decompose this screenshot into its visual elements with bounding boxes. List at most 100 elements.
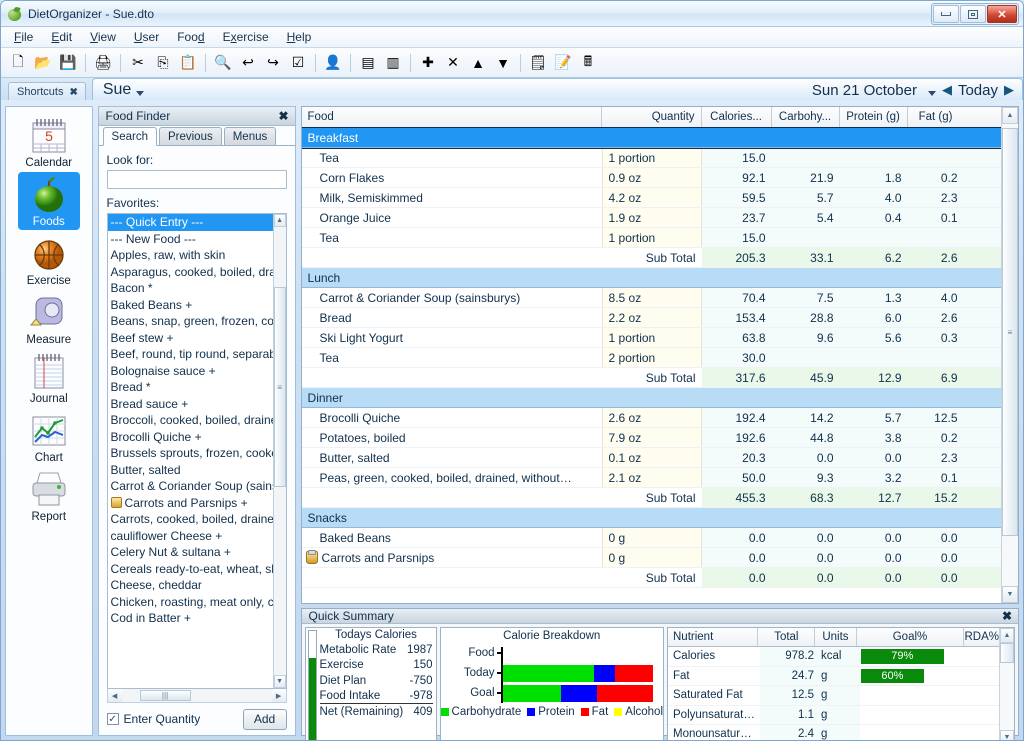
scroll-up-icon[interactable]: ▲ (273, 214, 286, 227)
user-name[interactable]: Sue (103, 81, 131, 99)
cut-icon[interactable]: ✂ (126, 51, 150, 75)
column-header-carbohydrate[interactable]: Carbohy... (772, 107, 840, 127)
close-icon[interactable]: ✖ (278, 109, 288, 123)
table-row[interactable]: Corn Flakes 0.9 oz 92.1 21.9 1.8 0.2 (301, 168, 1001, 188)
enter-quantity-row[interactable]: ✓ Enter Quantity (106, 712, 200, 726)
list-item[interactable]: --- Quick Entry --- (107, 214, 273, 231)
list-item[interactable]: Bread sauce + (108, 396, 273, 413)
list-item[interactable]: Bolognaise sauce + (108, 363, 273, 380)
list-item[interactable]: Beef, round, tip round, separable (108, 346, 273, 363)
checklist-icon[interactable]: ☑ (286, 51, 310, 75)
nutrient-scroll-up-icon[interactable]: ▲ (1000, 628, 1014, 643)
scroll-down-icon[interactable]: ▼ (273, 675, 286, 688)
rail-item-journal[interactable]: Journal (18, 349, 80, 407)
prev-day-icon[interactable]: ◀ (942, 82, 952, 98)
group-header-dinner[interactable]: Dinner (301, 388, 1001, 408)
list-item[interactable]: cauliflower Cheese + (108, 528, 273, 545)
date-chevron-down-icon[interactable] (927, 91, 936, 96)
column-header-calories[interactable]: Calories... (702, 107, 772, 127)
move-down-icon[interactable]: ▼ (491, 51, 515, 75)
nutrient-scroll-down-icon[interactable]: ▼ (1000, 729, 1014, 740)
print-icon[interactable]: 🖨 (91, 51, 115, 75)
table-row[interactable]: Tea 1 portion 15.0 (301, 148, 1001, 168)
delete-icon[interactable]: ✕ (441, 51, 465, 75)
list-item[interactable]: Bread * (108, 379, 273, 396)
menu-help[interactable]: Help (278, 28, 321, 46)
tab-menus[interactable]: Menus (223, 127, 277, 145)
list-item[interactable]: Carrot & Coriander Soup (sainsbu (108, 478, 273, 495)
list-item[interactable]: Carrots and Parsnips + (108, 495, 273, 512)
list-item[interactable]: Chicken, roasting, meat only, coo (108, 594, 273, 611)
move-up-icon[interactable]: ▲ (466, 51, 490, 75)
list-item[interactable]: --- New Food --- (108, 231, 273, 248)
split-vertical-icon[interactable]: ▤ (356, 51, 380, 75)
paste-icon[interactable]: 📋 (176, 51, 200, 75)
table-row[interactable]: Tea 1 portion 15.0 (301, 228, 1001, 248)
scroll-left-icon[interactable]: ◀ (107, 689, 122, 702)
table-row[interactable]: Carrots and Parsnips 0 g 0.0 0.0 0.0 0.0 (301, 548, 1001, 568)
enter-quantity-checkbox[interactable]: ✓ (106, 713, 119, 725)
group-header-snacks[interactable]: Snacks (301, 508, 1001, 528)
grid-vertical-scrollbar[interactable]: ▲ ≡ ▼ (1001, 107, 1018, 603)
menu-view[interactable]: View (81, 28, 125, 46)
list-item[interactable]: Broccoli, cooked, boiled, drained, (108, 412, 273, 429)
column-header-protein[interactable]: Protein (g) (840, 107, 908, 127)
list-item[interactable]: Apples, raw, with skin (108, 247, 273, 264)
nutrient-row[interactable]: Fat 24.7 g 60% (668, 666, 999, 686)
column-header-food[interactable]: Food (302, 107, 602, 127)
scroll-right-icon[interactable]: ▶ (271, 689, 286, 702)
redo-icon[interactable]: ↪ (261, 51, 285, 75)
look-for-input[interactable] (106, 170, 287, 189)
rail-item-measure[interactable]: Measure (18, 290, 80, 348)
rail-item-chart[interactable]: Chart (18, 408, 80, 466)
table-row[interactable]: Peas, green, cooked, boiled, drained, wi… (301, 468, 1001, 488)
open-folder-icon[interactable]: 📂 (31, 51, 55, 75)
next-day-icon[interactable]: ▶ (1004, 82, 1014, 98)
list-item[interactable]: Bacon * (108, 280, 273, 297)
save-icon[interactable]: 💾 (56, 51, 80, 75)
add-icon[interactable]: ✚ (416, 51, 440, 75)
table-row[interactable]: Potatoes, boiled 7.9 oz 192.6 44.8 3.8 0.2 (301, 428, 1001, 448)
column-header-fat[interactable]: Fat (g) (908, 107, 964, 127)
user-icon[interactable]: 👤 (321, 51, 345, 75)
edit-note-icon[interactable]: 📝 (551, 51, 575, 75)
favorites-horizontal-scrollbar[interactable]: ◀ ||| ▶ (106, 689, 287, 703)
list-item[interactable]: Cheese, cheddar (108, 577, 273, 594)
shortcuts-tab[interactable]: Shortcuts ✖ (8, 82, 86, 100)
column-header-goal-pct[interactable]: Goal% (857, 628, 965, 646)
list-item[interactable]: Cereals ready-to-eat, wheat, shre (108, 561, 273, 578)
table-row[interactable]: Orange Juice 1.9 oz 23.7 5.4 0.4 0.1 (301, 208, 1001, 228)
list-item[interactable]: Brocolli Quiche + (108, 429, 273, 446)
new-file-icon[interactable]: 🗋 (6, 51, 30, 75)
search-icon[interactable]: 🔍 (211, 51, 235, 75)
menu-file[interactable]: File (5, 28, 42, 46)
minimize-button[interactable] (933, 5, 959, 23)
table-row[interactable]: Butter, salted 0.1 oz 20.3 0.0 0.0 2.3 (301, 448, 1001, 468)
menu-exercise[interactable]: Exercise (214, 28, 278, 46)
nutrient-row[interactable]: Calories 978.2 kcal 79% (668, 647, 999, 667)
favorites-vertical-scrollbar[interactable]: ▲ ≡ ▼ (272, 214, 286, 688)
list-item[interactable]: Brussels sprouts, frozen, cooked (108, 445, 273, 462)
add-button[interactable]: Add (242, 708, 287, 730)
tab-search[interactable]: Search (102, 127, 157, 146)
grid-scroll-up-icon[interactable]: ▲ (1002, 107, 1018, 124)
table-row[interactable]: Tea 2 portion 30.0 (301, 348, 1001, 368)
list-item[interactable]: Carrots, cooked, boiled, drained, (108, 511, 273, 528)
nutrient-scroll-thumb[interactable] (1000, 643, 1014, 663)
table-row[interactable]: Brocolli Quiche 2.6 oz 192.4 14.2 5.7 12.5 (301, 408, 1001, 428)
favorites-listbox[interactable]: --- Quick Entry --- --- New Food --- Apple… (106, 213, 287, 689)
split-horizontal-icon[interactable]: ▥ (381, 51, 405, 75)
nutrient-vertical-scrollbar[interactable]: ▲ ▼ (999, 628, 1014, 740)
maximize-button[interactable] (960, 5, 986, 23)
column-header-nutrient[interactable]: Nutrient (668, 628, 759, 646)
rail-item-calendar[interactable]: 5 Calendar (18, 113, 80, 171)
close-icon[interactable]: ✖ (69, 87, 77, 98)
list-item[interactable]: Asparagus, cooked, boiled, drain (108, 264, 273, 281)
calculator-icon[interactable]: 🖩 (576, 51, 600, 75)
close-button[interactable]: ✕ (987, 5, 1017, 23)
table-row[interactable]: Baked Beans 0 g 0.0 0.0 0.0 0.0 (301, 528, 1001, 548)
table-row[interactable]: Ski Light Yogurt 1 portion 63.8 9.6 5.6 0.3 (301, 328, 1001, 348)
rail-item-exercise[interactable]: Exercise (18, 231, 80, 289)
column-header-quantity[interactable]: Quantity (602, 107, 702, 127)
grid-scroll-thumb[interactable]: ≡ (1002, 128, 1018, 536)
